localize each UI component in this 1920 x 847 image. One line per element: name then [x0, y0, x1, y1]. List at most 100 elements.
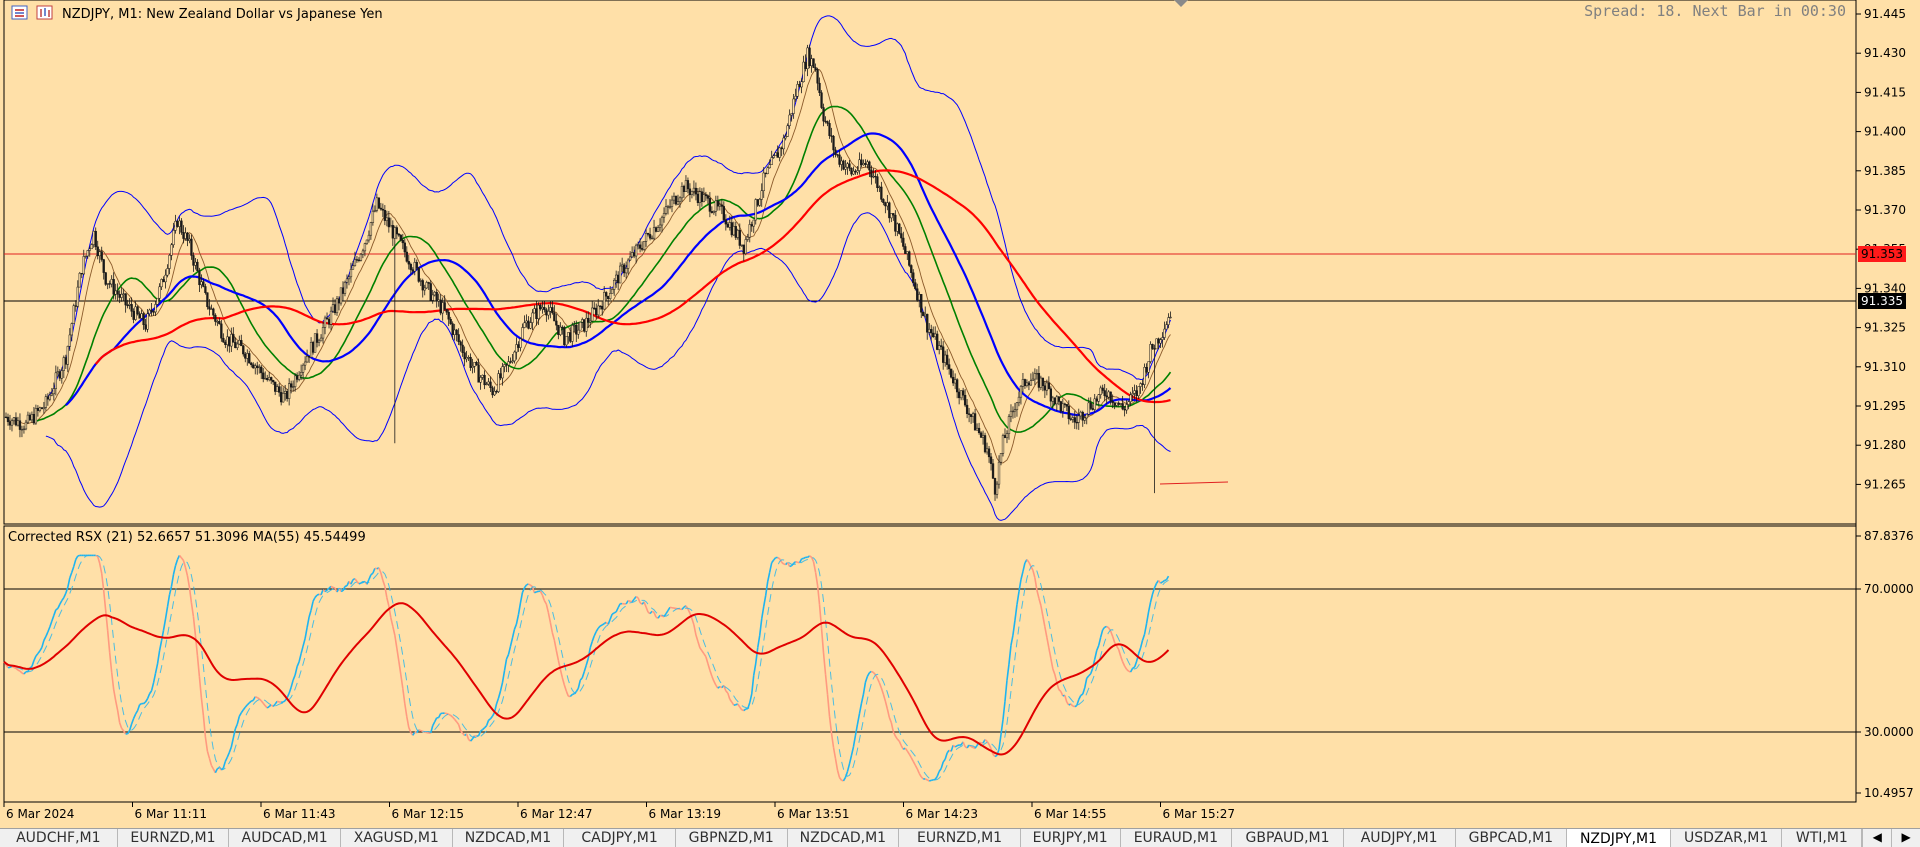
candle-body [942, 347, 944, 363]
symbol-tab[interactable]: NZDCAD,M1 [453, 829, 565, 847]
symbol-tab[interactable]: EURAUD,M1 [1121, 829, 1233, 847]
rsx-segment [644, 602, 646, 607]
candle-body [990, 457, 992, 464]
rsx-segment [1097, 646, 1099, 651]
symbol-tab[interactable]: AUDCHF,M1 [0, 829, 118, 847]
chart-type-icon[interactable] [37, 6, 52, 19]
rsx-segment [164, 619, 166, 630]
candle-body [667, 207, 669, 208]
symbol-tab[interactable]: XAGUSD,M1 [341, 829, 453, 847]
rsx-segment [98, 556, 100, 563]
rsx-segment [636, 597, 638, 598]
rsx-segment [758, 635, 760, 647]
rsx-segment [166, 607, 168, 619]
rsx-segment [233, 729, 235, 738]
candle-body [878, 187, 880, 188]
rsx-segment [1011, 635, 1013, 645]
candle-body [1128, 402, 1130, 405]
rsx-segment [401, 674, 403, 688]
candle-body [514, 352, 516, 361]
rsx-segment [1165, 580, 1167, 581]
candle-body [236, 344, 238, 348]
symbol-tab[interactable]: GBPCAD,M1 [1456, 829, 1568, 847]
rsx-segment [834, 747, 836, 758]
rsx-segment [179, 555, 181, 557]
symbol-tab[interactable]: WTI,M1 [1782, 829, 1862, 847]
candle-body [133, 311, 135, 319]
rsx-segment [1127, 669, 1129, 671]
rsx-segment [16, 668, 18, 670]
candle-body [458, 335, 460, 342]
candle-body [532, 313, 534, 323]
rsx-segment [20, 671, 22, 673]
rsx-segment [453, 717, 455, 719]
candle-body [81, 273, 83, 274]
candle-body [1146, 367, 1148, 372]
time-tick-label: 6 Mar 11:11 [135, 807, 208, 821]
candle-body [79, 273, 81, 287]
chart-area[interactable]: NZDJPY, M1: New Zealand Dollar vs Japane… [0, 0, 1920, 846]
rsx-segment [371, 573, 373, 575]
symbol-tab[interactable]: NZDJPY,M1 [1567, 829, 1671, 847]
scroll-marker-icon[interactable] [1174, 0, 1188, 7]
candle-body [619, 266, 621, 283]
symbol-tab[interactable]: CADJPY,M1 [564, 829, 676, 847]
candle-body [571, 325, 573, 341]
time-tick-label: 6 Mar 14:23 [906, 807, 979, 821]
tab-scroll-left-icon[interactable]: ◀ [1862, 829, 1891, 847]
candle-body [912, 273, 914, 283]
symbol-tab[interactable]: EURNZD,M1 [118, 829, 230, 847]
rsx-segment [1091, 668, 1093, 674]
rsx-segment [175, 560, 177, 566]
rsx-segment [50, 621, 52, 627]
rsx-segment [1143, 634, 1145, 640]
rsx-segment [1051, 658, 1053, 668]
rsx-segment [945, 753, 947, 759]
candle-body [117, 291, 119, 294]
rsx-segment [229, 747, 231, 752]
rsx-segment [694, 625, 696, 635]
rsx-segment [421, 731, 423, 732]
rsx-segment [824, 653, 826, 674]
symbol-tab[interactable]: EURNZD,M1 [899, 829, 1021, 847]
candle-body [731, 223, 733, 235]
rsx-segment [712, 676, 714, 681]
chart-menu-icon[interactable] [12, 6, 27, 19]
rsx-segment [118, 710, 120, 722]
symbol-tab[interactable]: EURJPY,M1 [1021, 829, 1121, 847]
candle-body [240, 340, 242, 346]
candle-body [1116, 403, 1118, 405]
tab-scroll-right-icon[interactable]: ▶ [1891, 829, 1920, 847]
symbol-tab[interactable]: GBPAUD,M1 [1232, 829, 1344, 847]
rsx-segment [810, 556, 812, 557]
level-line-label: 91.353 [1861, 247, 1903, 261]
symbol-tab[interactable]: NZDCAD,M1 [788, 829, 900, 847]
symbol-tab[interactable]: USDZAR,M1 [1671, 829, 1783, 847]
candle-body [926, 314, 928, 332]
rsx-segment [313, 597, 315, 601]
rsx-segment [909, 754, 911, 757]
symbol-tab[interactable]: AUDCAD,M1 [229, 829, 341, 847]
candle-body [805, 62, 807, 69]
candle-body [888, 203, 890, 218]
rsx-segment [995, 755, 997, 756]
rsx-segment [504, 659, 506, 671]
candle-body [972, 414, 974, 417]
rsx-segment [1027, 560, 1029, 563]
rsx-segment [594, 632, 596, 636]
candle-body [248, 353, 250, 363]
candle-body [1152, 344, 1154, 348]
rsx-segment [708, 663, 710, 670]
rsx-segment [171, 574, 173, 586]
rsx-segment [263, 703, 265, 705]
rsx-segment [760, 619, 762, 635]
rsx-segment [1033, 570, 1035, 578]
rsx-segment [907, 751, 909, 754]
candle-body [33, 414, 35, 423]
rsx-segment [359, 583, 361, 584]
symbol-tab[interactable]: AUDJPY,M1 [1344, 829, 1456, 847]
rsx-segment [518, 603, 520, 615]
rsx-segment [652, 611, 654, 612]
rsx-segment [405, 704, 407, 717]
symbol-tab[interactable]: GBPNZD,M1 [676, 829, 788, 847]
